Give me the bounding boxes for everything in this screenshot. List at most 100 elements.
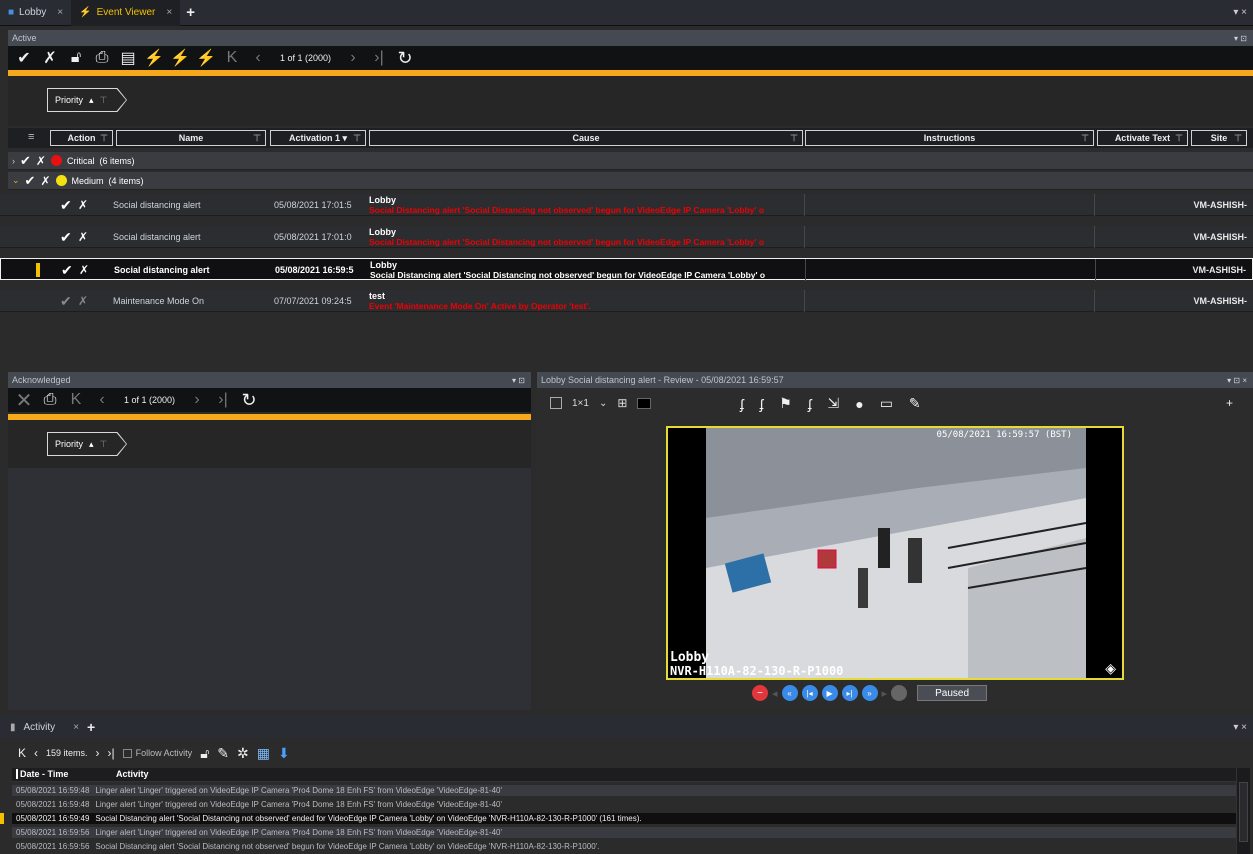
grid-icon[interactable]: ▦ <box>257 745 270 762</box>
ptz-icon[interactable]: ◈ <box>1105 660 1116 677</box>
collapse-icon[interactable]: ⌄ <box>12 175 20 186</box>
close-icon[interactable]: × <box>57 7 63 18</box>
favorite-icon[interactable]: ⚡ <box>196 48 216 68</box>
next-page-icon[interactable]: › <box>187 391 207 409</box>
report-icon[interactable]: ▤ <box>118 48 138 68</box>
panel-controls[interactable]: ▾ ⊡ <box>512 376 525 385</box>
scrollbar-thumb[interactable] <box>1239 782 1248 842</box>
acknowledge-icon[interactable]: ✔ <box>14 48 34 68</box>
acknowledge-icon[interactable]: ✔ <box>60 290 72 312</box>
refresh-icon[interactable]: ↻ <box>239 390 259 411</box>
activity-row[interactable]: 05/08/2021 16:59:56 Linger alert 'Linger… <box>12 827 1236 838</box>
funnel-icon[interactable]: ⊤ <box>353 133 361 144</box>
prev-page-icon[interactable]: ‹ <box>92 391 112 409</box>
acknowledge-all-icon[interactable]: ✗ <box>78 290 88 312</box>
event-row-selected[interactable]: ✔ ✗ Social distancing alert 05/08/2021 1… <box>0 258 1253 281</box>
col-site[interactable]: Site ⊤ <box>1191 130 1247 146</box>
last-page-icon[interactable]: ›| <box>108 746 115 760</box>
clear-icon[interactable]: ✕ <box>14 388 34 413</box>
play-icon[interactable]: ▶ <box>821 685 838 701</box>
first-page-icon[interactable]: K <box>66 391 86 409</box>
fast-rewind-icon[interactable]: « <box>781 685 798 701</box>
acknowledge-icon[interactable]: ✔ <box>60 194 72 216</box>
close-icon[interactable]: × <box>73 722 79 733</box>
skip-forward-icon[interactable]: ▸| <box>841 685 858 701</box>
snooze-icon[interactable]: ʄ <box>760 396 764 412</box>
export-icon[interactable]: ⇲ <box>827 395 839 412</box>
col-instructions[interactable]: Instructions ⊤ <box>805 130 1094 146</box>
col-action[interactable]: Action ⊤ <box>50 130 113 146</box>
funnel-icon[interactable]: ⊤ <box>1175 133 1183 144</box>
col-date-time[interactable]: Date - Time <box>16 769 68 779</box>
print-icon[interactable]: ⎙ <box>92 49 112 67</box>
col-activation[interactable]: Activation 1 ▾ ⊤ <box>270 130 366 146</box>
acknowledge-icon[interactable]: ✔ <box>25 173 36 189</box>
funnel-icon[interactable]: ⊤ <box>100 133 108 144</box>
acknowledge-all-icon[interactable]: ✗ <box>40 48 60 68</box>
skip-back-icon[interactable]: |◂ <box>801 685 818 701</box>
col-activity[interactable]: Activity <box>116 769 149 779</box>
chevron-down-icon[interactable]: ⌄ <box>599 398 607 409</box>
step-back-icon[interactable]: ◂ <box>772 687 778 700</box>
next-page-icon[interactable]: › <box>343 49 363 67</box>
person-icon[interactable]: ● <box>855 396 863 412</box>
refresh-icon[interactable]: ↻ <box>395 48 415 69</box>
funnel-icon[interactable]: ⊤ <box>1234 133 1242 144</box>
acknowledge-icon[interactable]: ✔ <box>20 153 31 169</box>
add-tab-button[interactable]: + <box>180 4 201 21</box>
stop-icon[interactable]: − <box>752 685 768 701</box>
column-chooser-icon[interactable]: ≡ <box>28 131 34 143</box>
snooze-icon[interactable]: ⚡ <box>170 48 190 68</box>
notes-icon[interactable]: ✎ <box>909 395 921 412</box>
step-forward-icon[interactable]: ▸ <box>882 687 888 700</box>
tab-event-viewer[interactable]: ⚡ Event Viewer × <box>71 0 181 26</box>
activity-row-selected[interactable]: 05/08/2021 16:59:49 Social Distancing al… <box>0 813 1236 824</box>
video-frame[interactable]: 05/08/2021 16:59:57 (BST) Lobby NVR-H110… <box>666 426 1124 680</box>
col-name[interactable]: Name ⊤ <box>116 130 266 146</box>
activity-row[interactable]: 05/08/2021 16:59:56 Social Distancing al… <box>12 841 1236 852</box>
acknowledge-all-icon[interactable]: ✗ <box>78 194 88 216</box>
tag-icon[interactable]: ⚑ <box>779 395 792 412</box>
last-page-icon[interactable]: ›| <box>213 391 233 409</box>
event-row[interactable]: ✔ ✗ Social distancing alert 05/08/2021 1… <box>0 226 1253 248</box>
priority-filter-chip[interactable]: Priority ▴ ⊤ <box>47 432 127 456</box>
group-medium[interactable]: ⌄ ✔ ✗ Medium (4 items) <box>8 172 1253 190</box>
panel-controls[interactable]: ▾ × <box>1233 722 1253 733</box>
acknowledge-all-icon[interactable]: ✗ <box>40 174 50 188</box>
pin-icon[interactable]: ⬇ <box>278 745 290 762</box>
funnel-icon[interactable]: ⊤ <box>790 133 798 144</box>
last-page-icon[interactable]: ›| <box>369 49 389 67</box>
live-icon[interactable] <box>891 685 908 701</box>
event-row[interactable]: ✔ ✗ Social distancing alert 05/08/2021 1… <box>0 194 1253 216</box>
follow-checkbox[interactable] <box>122 748 132 758</box>
acknowledge-all-icon[interactable]: ✗ <box>78 226 88 248</box>
activity-row[interactable]: 05/08/2021 16:59:48 Linger alert 'Linger… <box>12 799 1236 810</box>
unlock-icon[interactable]: 🔓︎ <box>200 745 209 762</box>
activity-row[interactable]: 05/08/2021 16:59:48 Linger alert 'Linger… <box>12 785 1236 796</box>
expand-icon[interactable]: › <box>12 156 15 166</box>
funnel-icon[interactable]: ⊤ <box>253 133 261 144</box>
suppress-icon[interactable]: ✲ <box>237 745 249 762</box>
panel-controls[interactable]: ▾ ⊡ × <box>1227 376 1247 385</box>
checkbox[interactable] <box>550 397 562 409</box>
col-cause[interactable]: Cause ⊤ <box>369 130 803 146</box>
acknowledge-icon[interactable]: ✔ <box>60 226 72 248</box>
acknowledge-all-icon[interactable]: ✗ <box>36 154 46 168</box>
suppress-icon[interactable]: ⚡ <box>144 48 164 68</box>
fast-forward-icon[interactable]: » <box>861 685 878 701</box>
add-icon[interactable]: + <box>1226 396 1233 410</box>
acknowledge-icon[interactable]: ✔ <box>61 259 73 281</box>
event-row[interactable]: ✔ ✗ Maintenance Mode On 07/07/2021 09:24… <box>0 290 1253 312</box>
prev-page-icon[interactable]: ‹ <box>248 49 268 67</box>
priority-filter-chip[interactable]: Priority ▴ ⊤ <box>47 88 127 112</box>
add-tab-button[interactable]: + <box>87 719 95 735</box>
unlock-icon[interactable]: 🔓︎ <box>66 49 86 67</box>
close-icon[interactable]: × <box>166 7 172 18</box>
tab-lobby[interactable]: ■ Lobby × <box>0 0 71 26</box>
first-page-icon[interactable]: K <box>222 49 242 67</box>
monitor-icon[interactable]: ▭ <box>880 395 893 412</box>
window-controls[interactable]: ▾ × <box>1233 7 1253 18</box>
activity-scrollbar[interactable] <box>1236 768 1250 854</box>
next-page-icon[interactable]: › <box>96 746 100 760</box>
first-page-icon[interactable]: K <box>18 746 26 760</box>
